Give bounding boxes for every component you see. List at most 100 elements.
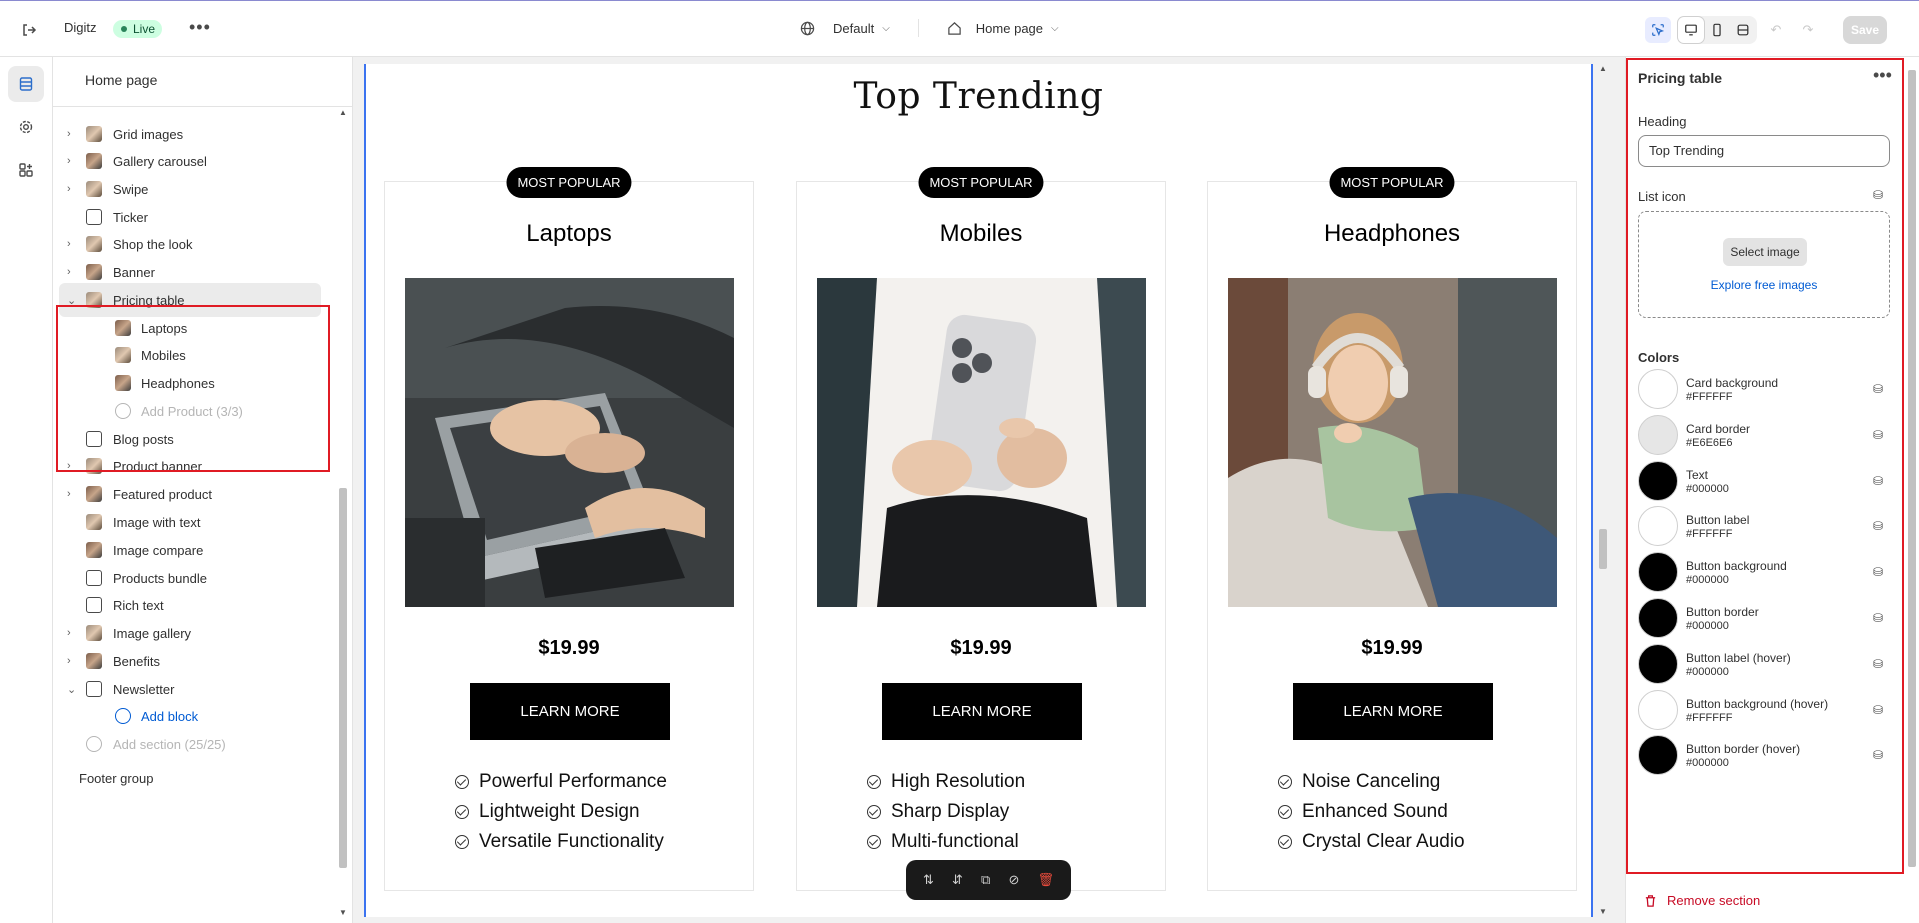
chevron-right-icon[interactable]: › <box>67 266 71 278</box>
color-swatch[interactable] <box>1638 369 1678 409</box>
right-scrollbar[interactable] <box>1905 58 1919 874</box>
save-button[interactable]: Save <box>1843 16 1887 44</box>
preview-canvas[interactable]: Top Trending MOST POPULAR Laptops $19.99… <box>364 64 1593 917</box>
desktop-icon[interactable] <box>1678 17 1704 43</box>
price: $19.99 <box>1361 637 1423 659</box>
heading-label: Heading <box>1638 114 1687 129</box>
image-icon <box>86 458 102 474</box>
pricing-card-laptops[interactable]: MOST POPULAR Laptops $19.99 LEARN MORE P… <box>384 167 754 891</box>
color-swatch[interactable] <box>1638 506 1678 547</box>
inspector-icon[interactable] <box>1645 17 1671 43</box>
color-swatch[interactable] <box>1638 643 1678 684</box>
duplicate-icon[interactable]: ⧉ <box>981 872 990 888</box>
color-setting[interactable]: Button background (hover) #FFFFFF ⛁ <box>1638 689 1888 736</box>
feature-text: Crystal Clear Audio <box>1302 831 1465 852</box>
image-icon <box>86 153 102 169</box>
scrollbar-thumb[interactable] <box>1908 70 1916 867</box>
dynamic-source-icon[interactable]: ⛁ <box>1873 748 1883 762</box>
feature-item: Lightweight Design <box>455 797 667 827</box>
color-setting[interactable]: Button label #FFFFFF ⛁ <box>1638 506 1888 552</box>
hide-icon[interactable]: ⊘ <box>1008 872 1019 888</box>
more-actions-button[interactable]: ••• <box>189 17 211 38</box>
scroll-up-icon[interactable]: ▲ <box>339 108 347 117</box>
color-setting[interactable]: Button border #000000 ⛁ <box>1638 598 1888 644</box>
scrollbar-thumb[interactable] <box>1599 529 1607 569</box>
canvas-scrollbar[interactable]: ▲ ▼ <box>1597 64 1609 917</box>
move-up-icon[interactable]: ⇅ <box>923 872 934 888</box>
settings-icon[interactable] <box>8 109 44 145</box>
learn-more-button[interactable]: LEARN MORE <box>470 683 670 740</box>
sidebar-rail <box>0 57 53 923</box>
sections-icon[interactable] <box>8 66 44 102</box>
color-swatch[interactable] <box>1638 735 1678 776</box>
sidebar-item-label: Banner <box>113 264 155 280</box>
color-setting[interactable]: Button label (hover) #000000 ⛁ <box>1638 643 1888 690</box>
color-swatch[interactable] <box>1638 598 1678 638</box>
chevron-down-icon[interactable]: ⌄ <box>67 294 76 307</box>
chevron-right-icon[interactable]: › <box>67 128 71 140</box>
chevron-down-icon[interactable]: ⌄ <box>67 683 76 696</box>
dynamic-source-icon[interactable]: ⛁ <box>1873 657 1883 671</box>
color-hex: #000000 <box>1686 574 1729 587</box>
dynamic-source-icon[interactable]: ⛁ <box>1873 382 1883 396</box>
mobile-icon[interactable] <box>1704 17 1730 43</box>
check-circle-icon <box>867 775 881 789</box>
color-swatch[interactable] <box>1638 414 1678 455</box>
page-select[interactable]: Home page <box>976 21 1043 36</box>
pricing-card-headphones[interactable]: MOST POPULAR Headphones $19.99 LEARN MOR… <box>1207 167 1577 891</box>
theme-select[interactable]: Default <box>833 21 874 36</box>
learn-more-button[interactable]: LEARN MORE <box>1293 683 1493 740</box>
remove-section-button[interactable]: Remove section <box>1644 893 1760 908</box>
delete-icon[interactable]: 🗑 <box>1037 872 1054 888</box>
exit-icon[interactable] <box>18 19 40 41</box>
pricing-card-mobiles[interactable]: MOST POPULAR Mobiles $19.99 LEARN MORE H… <box>796 167 1166 891</box>
heading-input[interactable]: Top Trending <box>1638 135 1890 167</box>
color-setting[interactable]: Button background #000000 ⛁ <box>1638 552 1888 598</box>
chevron-right-icon[interactable]: › <box>67 238 71 250</box>
move-down-icon[interactable]: ⇵ <box>952 872 963 888</box>
chevron-right-icon[interactable]: › <box>67 488 71 500</box>
sidebar-item-label: Laptops <box>141 320 188 336</box>
chevron-right-icon[interactable]: › <box>67 155 71 167</box>
redo-icon[interactable]: ↷ <box>1795 17 1821 43</box>
dynamic-source-icon[interactable]: ⛁ <box>1873 428 1883 442</box>
dynamic-source-icon[interactable]: ⛁ <box>1873 703 1883 717</box>
dynamic-source-icon[interactable]: ⛁ <box>1873 188 1883 202</box>
apps-icon[interactable] <box>8 152 44 188</box>
sidebar-item[interactable]: Footer group <box>53 761 335 795</box>
color-setting[interactable]: Card background #FFFFFF ⛁ <box>1638 369 1888 415</box>
trash-icon <box>1645 894 1656 907</box>
chevron-right-icon[interactable]: › <box>67 460 71 472</box>
feature-item: Sharp Display <box>867 797 1025 827</box>
more-options-button[interactable]: ••• <box>1873 65 1892 86</box>
sidebar-item-label: Rich text <box>113 597 164 613</box>
dynamic-source-icon[interactable]: ⛁ <box>1873 519 1883 533</box>
color-swatch[interactable] <box>1638 460 1678 501</box>
learn-more-button[interactable]: LEARN MORE <box>882 683 1082 740</box>
scrollbar-thumb[interactable] <box>339 488 347 868</box>
settings-panel: Pricing table ••• Heading Top Trending L… <box>1625 57 1919 923</box>
scroll-up-icon[interactable]: ▲ <box>1599 64 1607 73</box>
left-scrollbar[interactable]: ▲ ▼ <box>337 108 349 920</box>
chevron-right-icon[interactable]: › <box>67 183 71 195</box>
chevron-right-icon[interactable]: › <box>67 627 71 639</box>
image-picker[interactable]: Select image Explore free images <box>1638 211 1890 318</box>
color-setting[interactable]: Button border (hover) #000000 ⛁ <box>1638 735 1888 781</box>
color-swatch[interactable] <box>1638 689 1678 730</box>
scroll-down-icon[interactable]: ▼ <box>1599 907 1607 916</box>
explore-images-link[interactable]: Explore free images <box>1639 278 1889 292</box>
dynamic-source-icon[interactable]: ⛁ <box>1873 474 1883 488</box>
scroll-down-icon[interactable]: ▼ <box>339 908 347 917</box>
dynamic-source-icon[interactable]: ⛁ <box>1873 611 1883 625</box>
color-hex: #FFFFFF <box>1686 391 1733 403</box>
dynamic-source-icon[interactable]: ⛁ <box>1873 565 1883 579</box>
color-swatch[interactable] <box>1638 552 1678 593</box>
panel-title: Pricing table <box>1638 70 1723 86</box>
color-setting[interactable]: Text #000000 ⛁ <box>1638 460 1888 507</box>
sidebar-item-label: Benefits <box>113 653 160 669</box>
color-setting[interactable]: Card border #E6E6E6 ⛁ <box>1638 414 1888 461</box>
select-image-button[interactable]: Select image <box>1723 238 1807 266</box>
undo-icon[interactable]: ↶ <box>1763 17 1789 43</box>
fullscreen-icon[interactable] <box>1730 17 1756 43</box>
chevron-right-icon[interactable]: › <box>67 655 71 667</box>
